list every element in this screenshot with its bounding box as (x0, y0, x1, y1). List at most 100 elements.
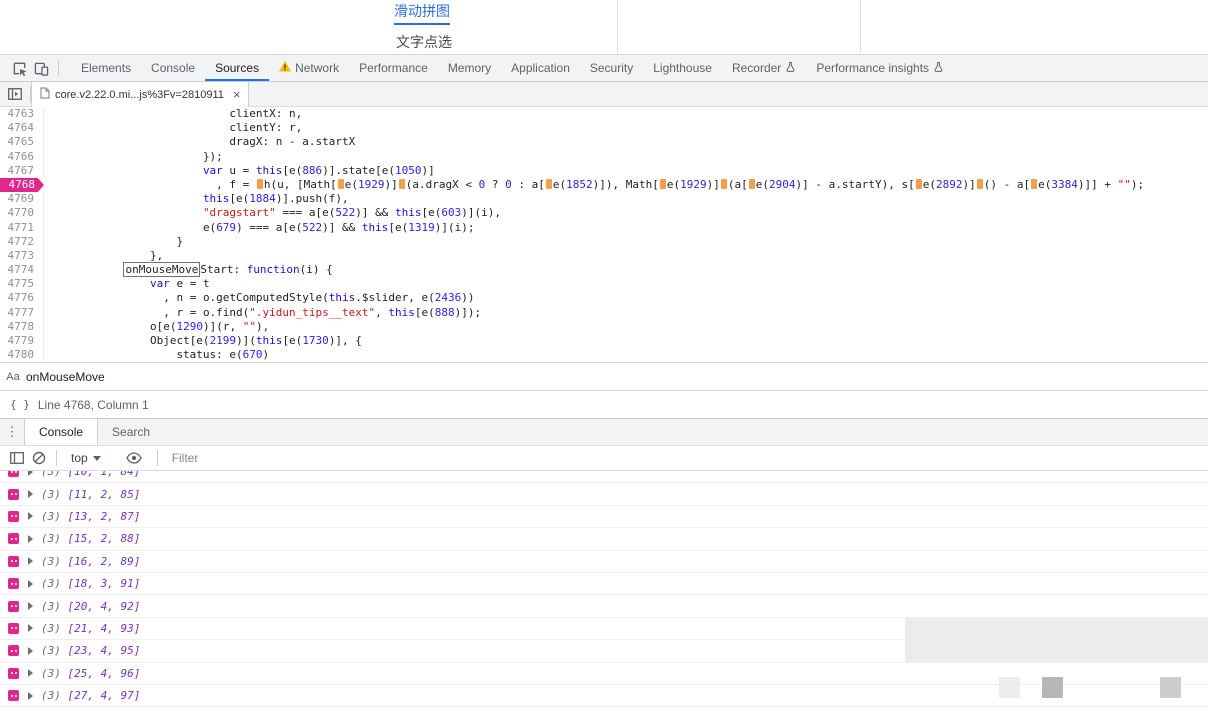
code-token: (i) { (300, 263, 333, 276)
tab-console[interactable]: Console (141, 55, 205, 81)
inspect-icon[interactable] (8, 57, 30, 79)
line-number[interactable]: 4770 (0, 206, 44, 220)
tab-application[interactable]: Application (501, 55, 580, 81)
code-text: clientY: r, (44, 121, 302, 135)
line-number[interactable]: 4765 (0, 135, 44, 149)
console-sidebar-icon[interactable] (6, 447, 28, 469)
console-filter-input[interactable] (172, 451, 1208, 465)
context-selector[interactable]: top (63, 451, 109, 465)
code-token: e( (553, 178, 566, 191)
expand-arrow-icon[interactable] (28, 490, 33, 498)
line-number[interactable]: 4766 (0, 150, 44, 164)
code-token: [e( (415, 306, 435, 319)
code-token: ), (256, 320, 269, 333)
array-preview: [23, 4, 95] (61, 644, 140, 657)
code-token: ? (485, 178, 505, 191)
expand-arrow-icon[interactable] (28, 535, 33, 543)
navigator-toggle-icon[interactable] (0, 82, 30, 106)
pretty-print-icon[interactable] (10, 398, 30, 411)
line-number[interactable]: 4778 (0, 320, 44, 334)
inline-breakpoint-marker[interactable] (977, 179, 983, 189)
expand-arrow-icon[interactable] (28, 512, 33, 520)
tab-elements[interactable]: Elements (71, 55, 141, 81)
expand-arrow-icon[interactable] (28, 692, 33, 700)
code-token: , r = o.find( (163, 306, 249, 319)
source-editor[interactable]: 4763clientX: n,4764clientY: r,4765dragX:… (0, 107, 1208, 362)
expand-arrow-icon[interactable] (28, 669, 33, 677)
code-token: 522 (302, 221, 322, 234)
expand-arrow-icon[interactable] (28, 580, 33, 588)
line-number[interactable]: 4777 (0, 306, 44, 320)
inline-breakpoint-marker[interactable] (257, 179, 263, 189)
clear-console-icon[interactable] (28, 447, 50, 469)
code-token: (a[ (728, 178, 748, 191)
line-number[interactable]: 4780 (0, 348, 44, 362)
eye-icon[interactable] (123, 447, 145, 469)
tab-security[interactable]: Security (580, 55, 643, 81)
code-line: 4766}); (0, 150, 1208, 164)
flask-icon (785, 61, 796, 76)
tab-network[interactable]: Network (269, 55, 349, 81)
match-case-icon[interactable] (0, 371, 26, 383)
kebab-menu-icon[interactable] (0, 419, 24, 445)
expand-arrow-icon[interactable] (28, 471, 33, 476)
expand-arrow-icon[interactable] (28, 624, 33, 632)
inline-breakpoint-marker[interactable] (338, 179, 344, 189)
expand-arrow-icon[interactable] (28, 602, 33, 610)
expand-arrow-icon[interactable] (28, 647, 33, 655)
drawer-tab-console[interactable]: Console (24, 419, 98, 445)
context-label: top (71, 451, 88, 465)
logpoint-icon (8, 601, 19, 612)
tab-memory[interactable]: Memory (438, 55, 501, 81)
inline-breakpoint-marker[interactable] (546, 179, 552, 189)
file-tab[interactable]: core.v2.22.0.mi...js%3Fv=2810911 × (31, 82, 249, 107)
line-number[interactable]: 4767 (0, 164, 44, 178)
tab-text-select[interactable]: 文字点选 (396, 32, 452, 52)
inline-breakpoint-marker[interactable] (1031, 179, 1037, 189)
code-token: this (362, 221, 389, 234)
line-number[interactable]: 4763 (0, 107, 44, 121)
logpoint-line-number[interactable]: 4768 (0, 178, 44, 192)
close-icon[interactable]: × (233, 87, 241, 102)
inline-breakpoint-marker[interactable] (399, 179, 405, 189)
code-line: 4776, n = o.getComputedStyle(this.$slide… (0, 291, 1208, 305)
array-length: (3) (41, 555, 61, 568)
tab-performance[interactable]: Performance (349, 55, 438, 81)
code-lines: 4763clientX: n,4764clientY: r,4765dragX:… (0, 107, 1208, 362)
code-token: this (329, 291, 356, 304)
find-input[interactable] (26, 370, 346, 384)
tab-slide-puzzle[interactable]: 滑动拼图 (394, 1, 450, 25)
drawer-tab-search[interactable]: Search (98, 419, 164, 445)
line-number[interactable]: 4773 (0, 249, 44, 263)
line-number[interactable]: 4779 (0, 334, 44, 348)
inline-breakpoint-marker[interactable] (660, 179, 666, 189)
array-preview: [16, 2, 89] (61, 555, 140, 568)
line-number[interactable]: 4769 (0, 192, 44, 206)
inline-breakpoint-marker[interactable] (749, 179, 755, 189)
code-token: )](i), (461, 206, 501, 219)
array-length: (3) (41, 667, 61, 680)
tab-lighthouse[interactable]: Lighthouse (643, 55, 722, 81)
expand-arrow-icon[interactable] (28, 557, 33, 565)
cursor-position: Line 4768, Column 1 (38, 398, 149, 412)
code-line: 4769this[e(1884)].push(f), (0, 192, 1208, 206)
tab-recorder[interactable]: Recorder (722, 55, 806, 81)
line-number[interactable]: 4764 (0, 121, 44, 135)
device-toolbar-icon[interactable] (30, 57, 52, 79)
inline-breakpoint-marker[interactable] (916, 179, 922, 189)
array-length: (3) (41, 600, 61, 613)
file-tab-strip: core.v2.22.0.mi...js%3Fv=2810911 × (0, 82, 1208, 107)
inline-breakpoint-marker[interactable] (721, 179, 727, 189)
line-number[interactable]: 4772 (0, 235, 44, 249)
line-number[interactable]: 4775 (0, 277, 44, 291)
code-token: [e( (229, 192, 249, 205)
tab-sources[interactable]: Sources (205, 55, 269, 81)
line-number[interactable]: 4774 (0, 263, 44, 277)
code-token: status: e( (176, 348, 242, 361)
tab-label: Lighthouse (653, 61, 712, 75)
code-token: ) (263, 348, 270, 361)
tab-performance-insights[interactable]: Performance insights (806, 55, 954, 81)
line-number[interactable]: 4776 (0, 291, 44, 305)
tab-label: Recorder (732, 61, 781, 75)
line-number[interactable]: 4771 (0, 221, 44, 235)
